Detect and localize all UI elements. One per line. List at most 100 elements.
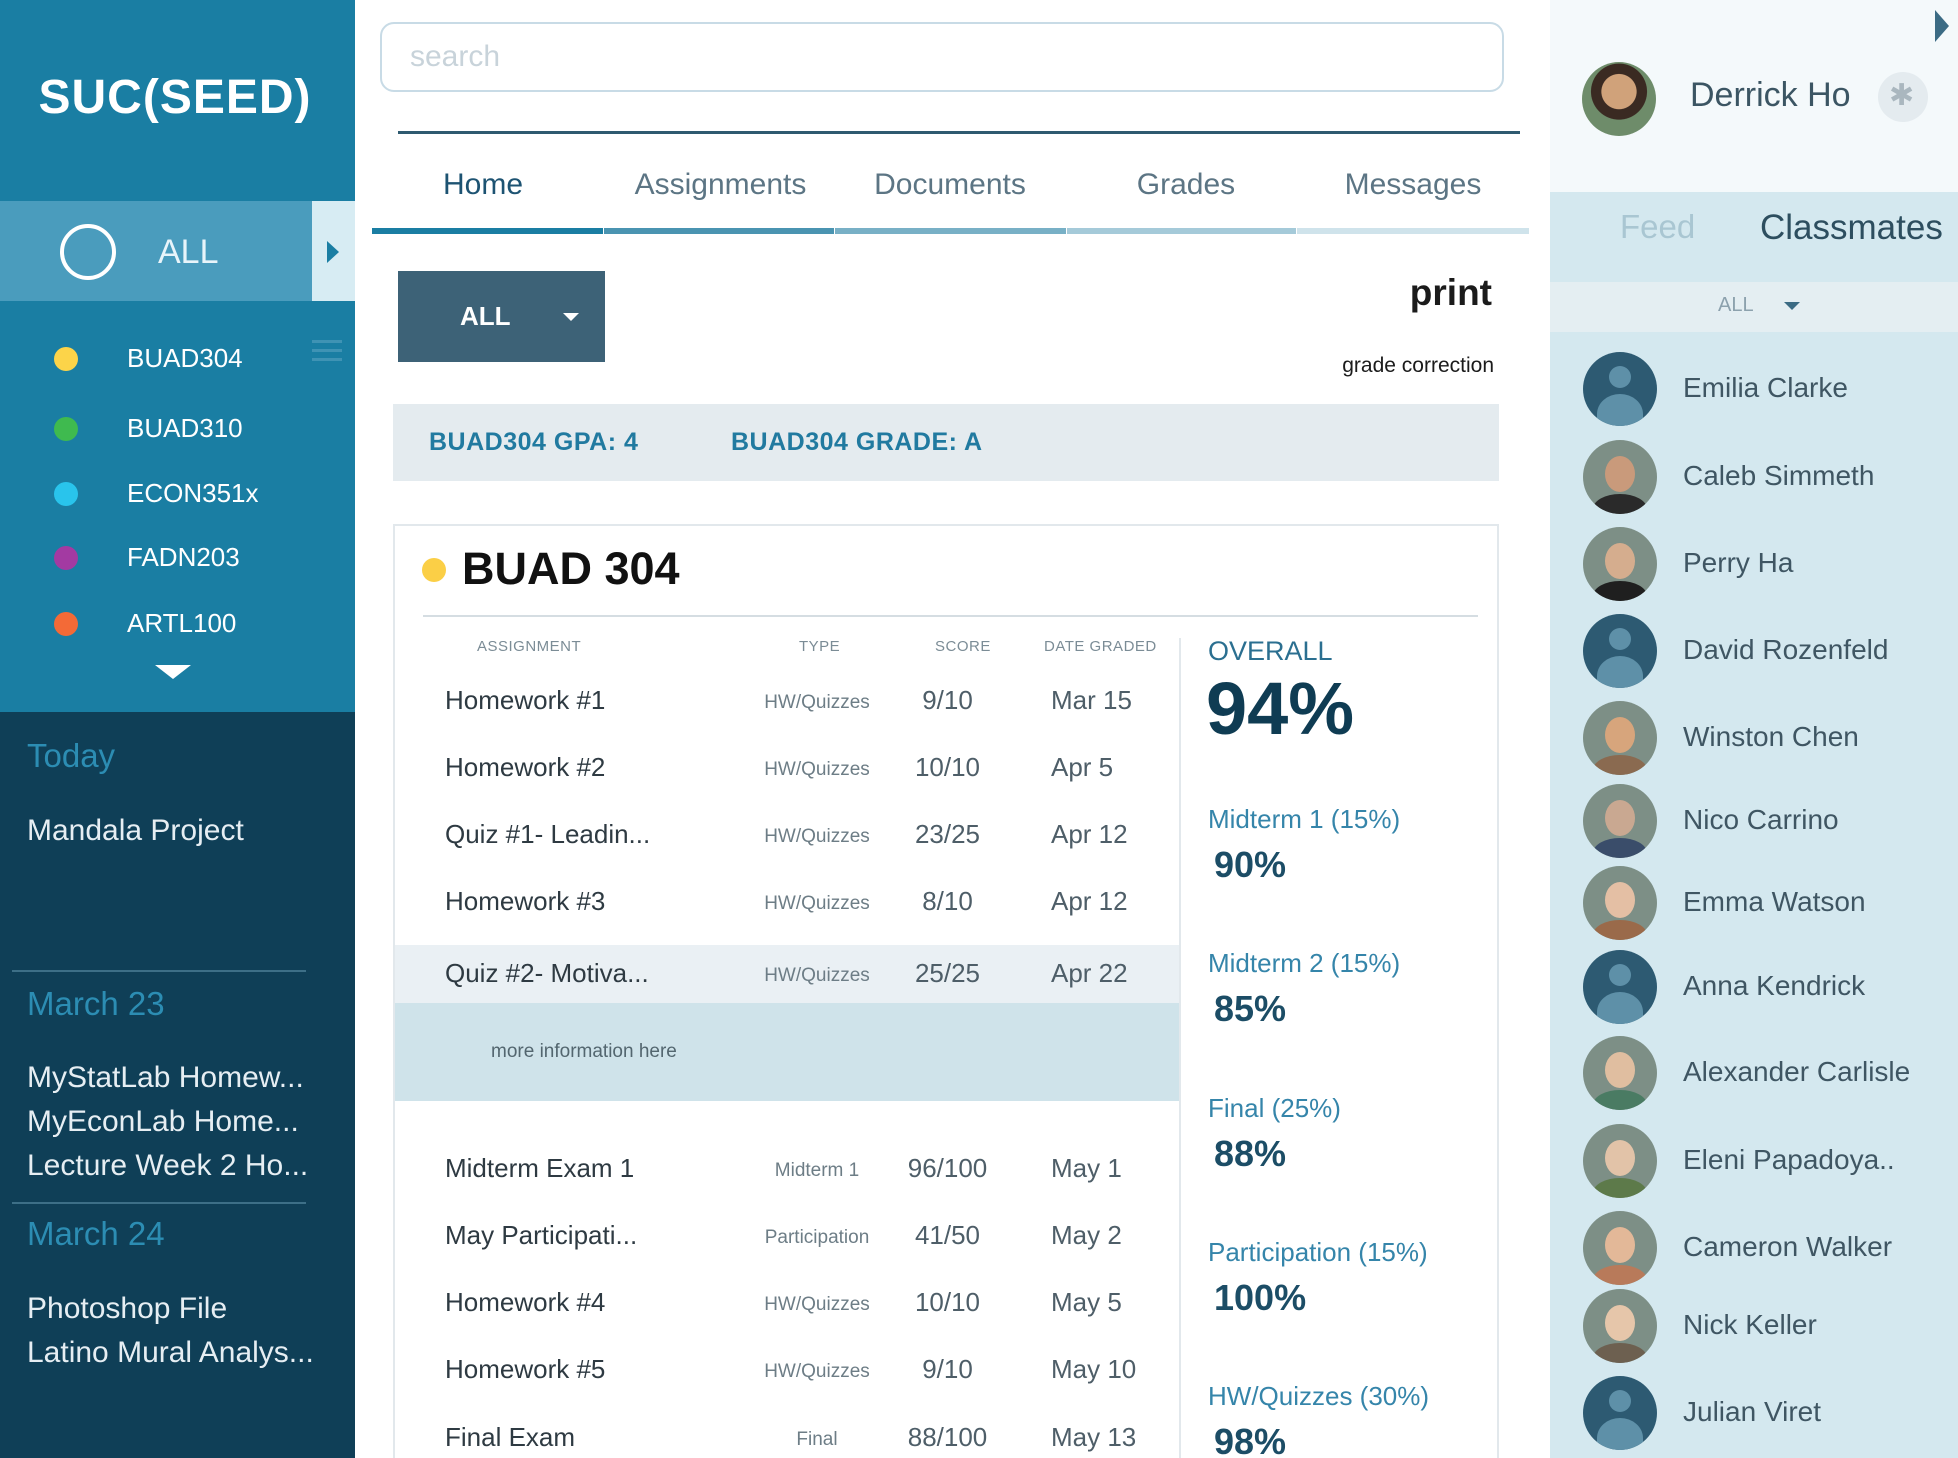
tab-classmates[interactable]: Classmates [1760, 208, 1943, 248]
app-logo: SUC(SEED) [38, 71, 312, 124]
classmate-item[interactable]: Perry Ha [1550, 527, 1958, 603]
expand-arrow-icon[interactable] [312, 201, 355, 301]
course-filter-dropdown[interactable]: ALL [398, 271, 605, 362]
assignment-name: May Participati... [445, 1220, 638, 1250]
search-input[interactable] [382, 24, 1502, 90]
assignment-name: Homework #1 [445, 685, 606, 715]
avatar [1583, 527, 1657, 601]
assignment-type: Participation [764, 1227, 870, 1248]
tab-underline [835, 228, 1066, 234]
collapse-arrow-icon[interactable] [1935, 10, 1949, 42]
table-row[interactable]: May Participati... Participation 41/50 May … [395, 1203, 1180, 1270]
assignment-type: Midterm 1 [774, 1160, 860, 1181]
grade-correction-link[interactable]: grade correction [1250, 354, 1494, 378]
sidebar-item-course[interactable]: BUAD304 [0, 335, 312, 385]
category-grade: 88% [1214, 1133, 1287, 1174]
classmates-filter-dropdown[interactable]: ALL [1550, 282, 1958, 332]
list-item[interactable]: Mandala Project [27, 814, 244, 848]
sidebar-item-label: BUAD310 [127, 413, 243, 443]
course-dot-icon [54, 482, 78, 506]
tab-underline [1067, 228, 1296, 234]
avatar [1583, 1211, 1657, 1285]
classmate-item[interactable]: Emilia Clarke [1550, 352, 1958, 428]
assignment-score: 10/10 [914, 752, 981, 782]
assignment-date: May 2 [1051, 1220, 1122, 1250]
table-row[interactable]: Homework #5 HW/Quizzes 9/10 May 10 [395, 1337, 1180, 1404]
assignment-date: May 13 [1051, 1422, 1137, 1452]
classmate-item[interactable]: Caleb Simmeth [1550, 440, 1958, 516]
assignment-score: 96/100 [907, 1153, 988, 1183]
table-row[interactable]: Quiz #1- Leadin... HW/Quizzes 23/25 Apr 12 [395, 802, 1180, 869]
assignment-type: Final [796, 1429, 838, 1450]
assignment-score: 88/100 [907, 1422, 988, 1452]
table-row[interactable]: Midterm Exam 1 Midterm 1 96/100 May 1 [395, 1136, 1180, 1203]
classmate-item[interactable]: Cameron Walker [1550, 1211, 1958, 1287]
list-item[interactable]: Photoshop File [27, 1292, 227, 1326]
tab-feed[interactable]: Feed [1620, 208, 1695, 246]
sidebar-item-course[interactable]: FADN203 [0, 534, 312, 584]
classmate-item[interactable]: Eleni Papadoya.. [1550, 1124, 1958, 1200]
assignment-score: 8/10 [922, 886, 973, 916]
table-row[interactable]: Final Exam Final 88/100 May 13 [395, 1405, 1180, 1458]
gear-icon[interactable] [1878, 72, 1928, 122]
sidebar-item-course[interactable]: ECON351x [0, 470, 312, 520]
category-label: HW/Quizzes (30%) [1208, 1381, 1430, 1411]
divider [12, 1202, 306, 1204]
tab-messages[interactable]: Messages [1300, 168, 1526, 202]
divider [423, 615, 1478, 617]
assignment-date: Apr 12 [1051, 886, 1128, 916]
list-item[interactable]: MyEconLab Home... [27, 1105, 299, 1139]
classmate-name: Caleb Simmeth [1683, 460, 1875, 491]
section-date: March 23 [27, 985, 165, 1022]
sidebar-item-label: ECON351x [127, 478, 259, 508]
classmate-name: Winston Chen [1683, 721, 1859, 752]
tab-assignments[interactable]: Assignments [604, 168, 837, 202]
course-dot-icon [54, 347, 78, 371]
sidebar-item-course[interactable]: ARTL100 [0, 600, 312, 650]
table-row[interactable]: Homework #3 HW/Quizzes 8/10 Apr 12 [395, 869, 1180, 936]
classmate-item[interactable]: Emma Watson [1550, 866, 1958, 942]
list-item[interactable]: Latino Mural Analys... [27, 1336, 314, 1370]
sidebar-item-course[interactable]: BUAD310 [0, 405, 312, 455]
gpa-text: BUAD304 GPA: 4 [429, 428, 639, 456]
table-row[interactable]: Quiz #2- Motiva... HW/Quizzes 25/25 Apr 22 [395, 945, 1180, 1003]
avatar[interactable] [1582, 62, 1656, 136]
menu-icon[interactable] [312, 340, 342, 367]
assignment-name: Homework #3 [445, 886, 606, 916]
search-field[interactable] [380, 22, 1504, 92]
category-grade: 85% [1214, 988, 1287, 1029]
table-row[interactable]: Homework #2 HW/Quizzes 10/10 Apr 5 [395, 735, 1180, 802]
assignment-type: HW/Quizzes [764, 1294, 870, 1315]
classmate-item[interactable]: Winston Chen [1550, 701, 1958, 777]
all-courses-label: ALL [158, 233, 219, 271]
user-name[interactable]: Derrick Ho [1690, 76, 1851, 115]
tab-documents[interactable]: Documents [836, 168, 1064, 202]
col-header-date-graded: DATE GRADED [1044, 638, 1157, 655]
avatar [1583, 614, 1657, 688]
classmate-item[interactable]: Julian Viret [1550, 1376, 1958, 1452]
category-label: Participation (15%) [1208, 1237, 1428, 1267]
course-card: BUAD 304 ASSIGNMENT TYPE SCORE DATE GRAD… [393, 524, 1499, 1458]
classmate-item[interactable]: Nico Carrino [1550, 784, 1958, 860]
chevron-down-icon[interactable] [155, 665, 191, 679]
category-grade: 90% [1214, 844, 1287, 885]
assignment-score: 41/50 [914, 1220, 981, 1250]
table-row[interactable]: Homework #1 HW/Quizzes 9/10 Mar 15 [395, 668, 1180, 735]
classmate-item[interactable]: David Rozenfeld [1550, 614, 1958, 690]
category-grade: 98% [1214, 1421, 1287, 1458]
list-item[interactable]: MyStatLab Homew... [27, 1061, 304, 1095]
list-item[interactable]: Lecture Week 2 Ho... [27, 1149, 308, 1183]
tab-home[interactable]: Home [398, 168, 568, 202]
classmate-name: Emma Watson [1683, 886, 1866, 917]
table-row[interactable]: Homework #4 HW/Quizzes 10/10 May 5 [395, 1270, 1180, 1337]
course-filter-label: ALL [460, 301, 511, 331]
classmate-item[interactable]: Anna Kendrick [1550, 950, 1958, 1026]
section-date: Today [27, 737, 116, 774]
tab-grades[interactable]: Grades [1066, 168, 1306, 202]
course-filter-all[interactable]: ALL [0, 201, 312, 301]
print-link[interactable]: print [1300, 272, 1492, 314]
assignment-date: Mar 15 [1051, 685, 1132, 715]
course-color-dot [422, 558, 446, 582]
classmate-item[interactable]: Alexander Carlisle [1550, 1036, 1958, 1112]
classmate-item[interactable]: Nick Keller [1550, 1289, 1958, 1365]
